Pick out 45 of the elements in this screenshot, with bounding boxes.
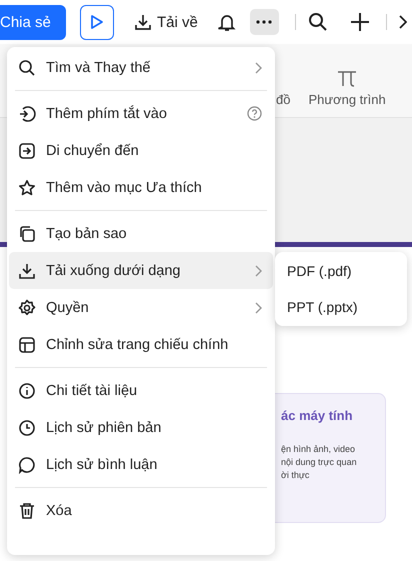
more-icon	[256, 20, 272, 24]
menu-item[interactable]: Tải xuống dưới dạng	[9, 252, 273, 289]
clock-icon	[18, 418, 36, 436]
menu-item[interactable]: Lịch sử phiên bản	[9, 409, 273, 446]
download-icon	[134, 13, 152, 31]
menu-item[interactable]: Di chuyển đến	[9, 132, 273, 169]
menu-item[interactable]: Chỉnh sửa trang chiếu chính	[9, 326, 273, 363]
plus-icon[interactable]	[350, 12, 370, 32]
menu-item[interactable]: Xóa	[9, 492, 273, 529]
menu-item[interactable]: Lịch sử bình luận	[9, 446, 273, 483]
menu-item[interactable]: Thêm phím tắt vào	[9, 95, 273, 132]
search-icon	[18, 58, 36, 76]
layout-icon	[18, 336, 36, 354]
download-icon	[18, 262, 36, 280]
star-icon	[18, 178, 36, 196]
search-icon[interactable]	[308, 12, 328, 32]
bell-icon[interactable]	[218, 12, 236, 32]
chevron-right-icon[interactable]	[398, 15, 407, 29]
more-button[interactable]	[250, 9, 279, 35]
card-title: ác máy tính	[281, 408, 354, 423]
card-text: ời thực	[281, 469, 310, 482]
gear-icon	[18, 298, 36, 316]
share-button[interactable]: Chia sẻ	[0, 4, 66, 40]
trash-icon	[18, 502, 36, 520]
info-icon	[18, 382, 36, 400]
pi-icon	[337, 69, 358, 87]
menu-item[interactable]: Thêm vào mục Ưa thích	[9, 169, 273, 206]
move-icon	[18, 142, 36, 160]
menu-item[interactable]: Tạo bản sao	[9, 215, 273, 252]
menu-item[interactable]: Chi tiết tài liệu	[9, 372, 273, 409]
play-button[interactable]	[80, 4, 114, 40]
menu-item[interactable]: Quyền	[9, 289, 273, 326]
shortcut-icon	[18, 104, 36, 122]
card-text: nội dung trực quan	[281, 456, 358, 469]
copy-icon	[18, 224, 36, 242]
ribbon-label[interactable]: đồ	[276, 92, 290, 107]
menu-item[interactable]: Tìm và Thay thế	[9, 49, 273, 86]
card-text: ện hình ảnh, video	[281, 443, 356, 456]
equation-button[interactable]: Phương trình	[308, 69, 386, 107]
help-icon[interactable]	[247, 106, 262, 121]
menu-item[interactable]: PDF (.pdf)	[275, 253, 407, 289]
comment-icon	[18, 456, 36, 474]
download-button[interactable]: Tải về	[134, 13, 198, 31]
play-icon	[90, 14, 104, 30]
menu-item[interactable]: PPT (.pptx)	[275, 289, 407, 325]
